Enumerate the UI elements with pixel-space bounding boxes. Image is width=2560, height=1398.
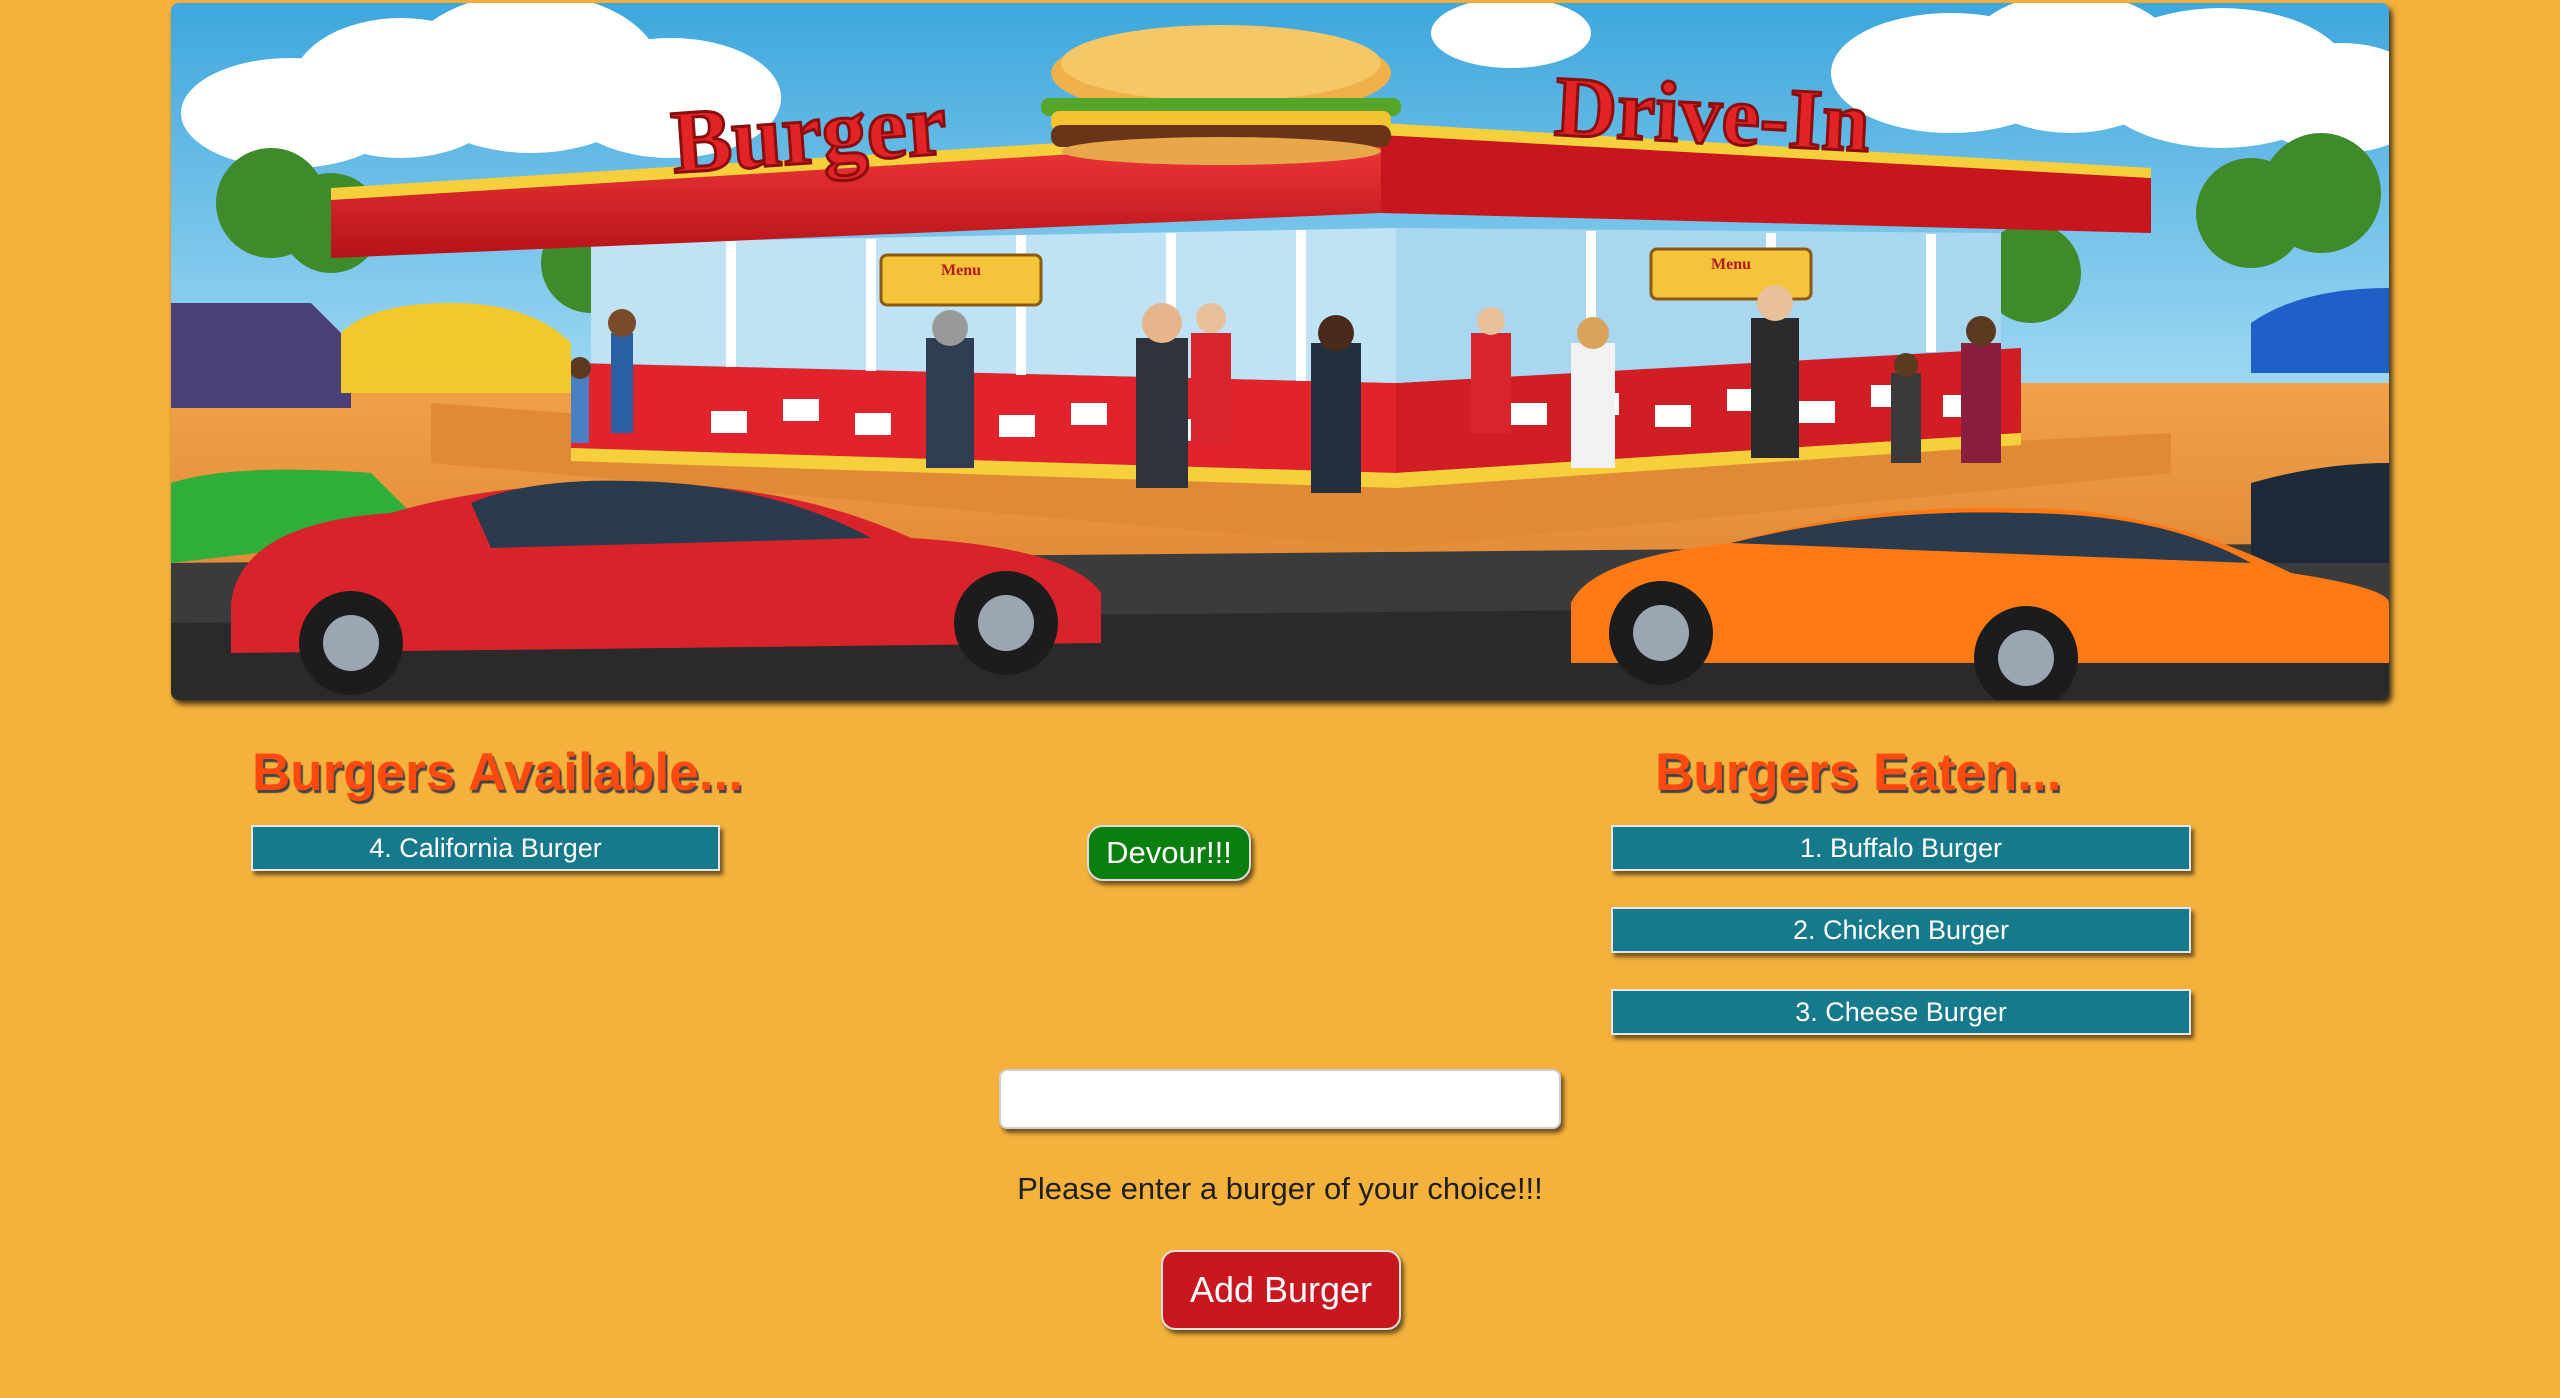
burger-input-prompt: Please enter a burger of your choice!!!	[1017, 1171, 1543, 1206]
available-burger-item[interactable]: 4. California Burger	[251, 825, 720, 871]
eaten-burger-item: 2. Chicken Burger	[1611, 907, 2191, 953]
sign-text-burger: Burger	[668, 75, 949, 193]
burger-drive-in-banner: Menu Menu Burger Drive-In	[171, 3, 2389, 700]
drive-in-illustration: Menu Menu Burger Drive-In	[171, 3, 2389, 700]
eaten-burger-item: 1. Buffalo Burger	[1611, 825, 2191, 871]
menu-board-text-right: Menu	[1711, 256, 1751, 273]
devour-button[interactable]: Devour!!!	[1087, 825, 1251, 881]
burger-name-input[interactable]	[999, 1069, 1561, 1129]
available-heading: Burgers Available...	[252, 743, 743, 802]
burger-sign-icon	[1041, 25, 1401, 165]
add-burger-button[interactable]: Add Burger	[1161, 1250, 1401, 1330]
sign-text-drive-in: Drive-In	[1553, 58, 1873, 170]
eaten-burger-item: 3. Cheese Burger	[1611, 989, 2191, 1035]
menu-board-text-left: Menu	[941, 262, 981, 279]
eaten-heading: Burgers Eaten...	[1655, 743, 2062, 802]
